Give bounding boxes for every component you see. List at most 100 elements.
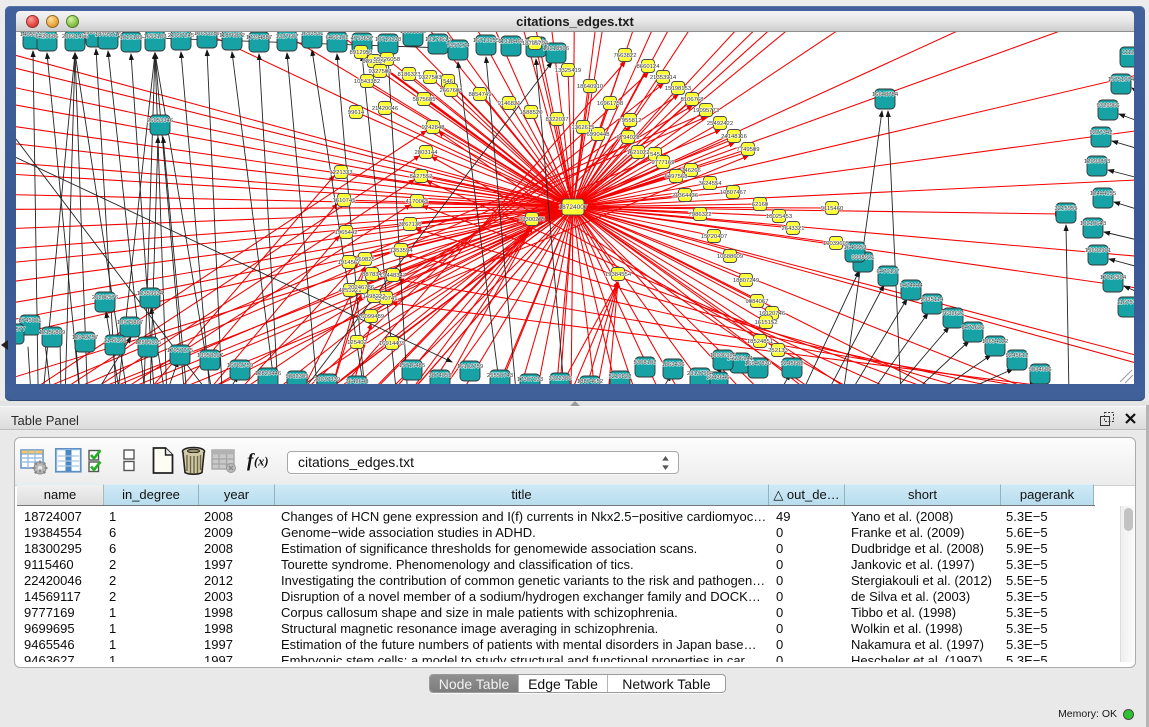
svg-text:9242848: 9242848 bbox=[422, 125, 446, 131]
svg-text:8660124: 8660124 bbox=[637, 64, 661, 70]
svg-text:3267130: 3267130 bbox=[399, 222, 423, 228]
svg-text:4753657: 4753657 bbox=[351, 36, 374, 42]
svg-text:17957275: 17957275 bbox=[167, 348, 194, 354]
svg-text:21353914: 21353914 bbox=[650, 75, 677, 81]
svg-text:16648784: 16648784 bbox=[872, 92, 899, 98]
svg-text:16961758: 16961758 bbox=[597, 101, 624, 107]
svg-text:5308102: 5308102 bbox=[634, 360, 657, 366]
svg-text:1327607: 1327607 bbox=[276, 34, 299, 40]
svg-text:17016504: 17016504 bbox=[1100, 275, 1127, 281]
svg-text:6466102: 6466102 bbox=[326, 35, 349, 41]
svg-text:12505135: 12505135 bbox=[135, 340, 162, 346]
svg-text:11123: 11123 bbox=[1122, 50, 1134, 56]
svg-text:3322386: 3322386 bbox=[549, 376, 573, 382]
svg-text:10936924: 10936924 bbox=[710, 353, 737, 359]
svg-text:16099489: 16099489 bbox=[358, 314, 384, 320]
svg-text:21097245: 21097245 bbox=[168, 33, 195, 39]
svg-text:8912953: 8912953 bbox=[350, 50, 374, 56]
svg-text:1653531: 1653531 bbox=[301, 32, 324, 37]
svg-text:13958107: 13958107 bbox=[197, 353, 223, 359]
svg-text:545: 545 bbox=[650, 152, 661, 158]
svg-text:10688609: 10688609 bbox=[717, 254, 743, 260]
svg-text:18795716: 18795716 bbox=[95, 32, 122, 38]
svg-text:24148116: 24148116 bbox=[721, 134, 747, 140]
svg-text:12444155: 12444155 bbox=[1090, 191, 1117, 197]
svg-text:17394887: 17394887 bbox=[246, 35, 272, 41]
svg-text:15751074: 15751074 bbox=[1108, 77, 1134, 83]
svg-text:20206576: 20206576 bbox=[92, 295, 119, 301]
svg-text:19448347: 19448347 bbox=[380, 273, 406, 279]
svg-text:15198153: 15198153 bbox=[665, 86, 692, 92]
svg-text:8427552: 8427552 bbox=[410, 174, 433, 180]
svg-text:5875685: 5875685 bbox=[413, 97, 437, 103]
svg-text:10210643: 10210643 bbox=[1080, 221, 1107, 227]
svg-text:3215955: 3215955 bbox=[1055, 206, 1079, 212]
svg-text:15720407: 15720407 bbox=[701, 234, 727, 240]
svg-text:18874652: 18874652 bbox=[577, 379, 603, 384]
svg-text:10654122: 10654122 bbox=[982, 339, 1008, 345]
svg-text:7749509: 7749509 bbox=[737, 147, 760, 153]
svg-text:18724007: 18724007 bbox=[559, 204, 588, 211]
svg-text:12942757: 12942757 bbox=[72, 335, 98, 341]
svg-text:12823446: 12823446 bbox=[255, 371, 282, 377]
svg-text:10025453: 10025453 bbox=[766, 214, 793, 220]
svg-text:1621022: 1621022 bbox=[627, 150, 650, 156]
svg-text:9146821: 9146821 bbox=[498, 101, 521, 107]
svg-text:16914479: 16914479 bbox=[379, 341, 405, 347]
svg-text:9082309: 9082309 bbox=[286, 374, 309, 380]
svg-text:16102759: 16102759 bbox=[457, 364, 483, 370]
svg-text:8471626: 8471626 bbox=[962, 325, 986, 331]
svg-text:6794028: 6794028 bbox=[617, 135, 641, 141]
svg-text:9938921: 9938921 bbox=[852, 255, 875, 261]
svg-text:18807249: 18807249 bbox=[733, 278, 759, 284]
svg-text:6479197: 6479197 bbox=[877, 269, 900, 275]
svg-text:1019189: 1019189 bbox=[120, 35, 143, 41]
svg-text:1145193: 1145193 bbox=[104, 338, 127, 344]
svg-text:10807467: 10807467 bbox=[720, 190, 746, 196]
svg-text:3642648: 3642648 bbox=[346, 379, 370, 384]
svg-text:26053346: 26053346 bbox=[147, 118, 174, 124]
svg-text:12093873: 12093873 bbox=[1084, 159, 1111, 165]
svg-text:25492422: 25492422 bbox=[707, 121, 733, 127]
svg-text:1362615: 1362615 bbox=[572, 125, 596, 131]
svg-text:9329966: 9329966 bbox=[1097, 103, 1121, 109]
svg-text:25558743: 25558743 bbox=[487, 373, 514, 379]
svg-text:8322037: 8322037 bbox=[546, 117, 569, 123]
svg-text:3624554: 3624554 bbox=[699, 181, 723, 187]
svg-text:2935114: 2935114 bbox=[921, 297, 944, 303]
svg-text:9777169: 9777169 bbox=[652, 160, 675, 166]
svg-text:19384554: 19384554 bbox=[605, 272, 632, 278]
svg-text:9474444: 9474444 bbox=[900, 283, 924, 289]
svg-text:3874052: 3874052 bbox=[429, 373, 452, 379]
svg-text:5219822: 5219822 bbox=[609, 374, 632, 380]
svg-text:1615152: 1615152 bbox=[755, 320, 778, 326]
svg-text:9327503: 9327503 bbox=[419, 75, 443, 81]
svg-text:18524851: 18524851 bbox=[747, 339, 773, 345]
svg-text:8745001: 8745001 bbox=[19, 318, 42, 324]
svg-text:62160: 62160 bbox=[752, 202, 769, 208]
svg-text:4170065: 4170065 bbox=[406, 199, 430, 205]
svg-text:125402: 125402 bbox=[347, 340, 367, 346]
svg-text:2643321: 2643321 bbox=[782, 226, 805, 232]
svg-text:1965442: 1965442 bbox=[335, 230, 358, 236]
svg-text:11876872: 11876872 bbox=[219, 33, 245, 39]
svg-text:10543382: 10543382 bbox=[354, 79, 380, 85]
svg-text:7357274: 7357274 bbox=[447, 43, 471, 49]
svg-text:8854749: 8854749 bbox=[469, 92, 492, 98]
svg-text:1167533: 1167533 bbox=[1117, 300, 1134, 306]
svg-text:1588520: 1588520 bbox=[520, 110, 544, 116]
svg-text:16947830: 16947830 bbox=[745, 361, 772, 367]
svg-text:7986322: 7986322 bbox=[689, 212, 712, 218]
svg-text:2803144: 2803144 bbox=[415, 150, 439, 156]
svg-text:746266: 746266 bbox=[681, 168, 701, 174]
svg-text:13325419: 13325419 bbox=[555, 68, 581, 74]
svg-text:99614: 99614 bbox=[348, 110, 365, 116]
svg-text:7632621: 7632621 bbox=[942, 311, 965, 317]
svg-text:17307133: 17307133 bbox=[517, 377, 544, 383]
svg-text:21364436: 21364436 bbox=[672, 193, 699, 199]
svg-text:10653287: 10653287 bbox=[194, 32, 220, 37]
svg-text:23300275: 23300275 bbox=[519, 217, 546, 223]
svg-text:16120746: 16120746 bbox=[759, 311, 786, 317]
svg-text:9084067: 9084067 bbox=[746, 299, 769, 305]
svg-text:887834: 887834 bbox=[362, 272, 382, 278]
